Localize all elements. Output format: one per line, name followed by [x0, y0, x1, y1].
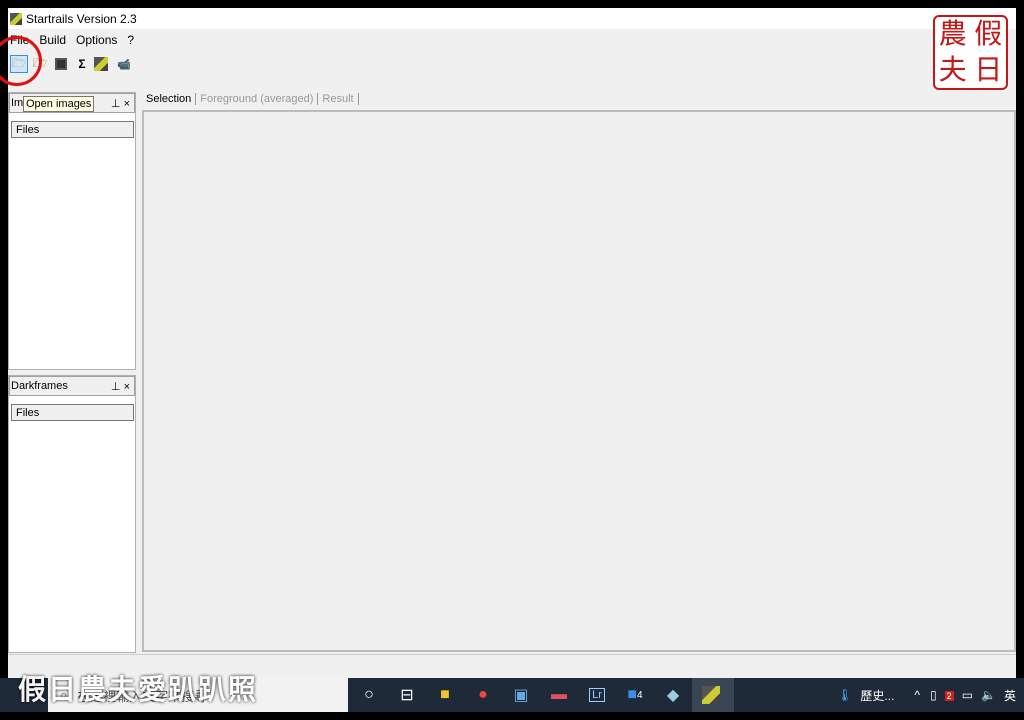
chrome-icon: ●: [478, 686, 488, 703]
stamp-logo: 農假夫日: [933, 15, 1008, 90]
volume-icon[interactable]: 🔈: [981, 688, 996, 702]
camera-icon: ▯: [930, 688, 937, 702]
mail-badge: 2: [944, 691, 954, 701]
cortana-button[interactable]: ○: [350, 678, 388, 712]
image-view: [142, 110, 1016, 652]
tab-bar: Selection Foreground (averaged) Result: [142, 90, 359, 108]
close-icon[interactable]: ×: [124, 98, 130, 110]
sum-icon: Σ: [78, 57, 86, 71]
pin-icon[interactable]: ⊥: [111, 381, 121, 393]
close-icon[interactable]: ×: [124, 381, 130, 393]
darkframes-panel-header: Darkframes ⊥ ×: [9, 376, 135, 396]
darkframes-panel: Darkframes ⊥ × Files: [8, 375, 136, 653]
menu-options[interactable]: Options: [76, 33, 117, 47]
task-view-icon: ⊟: [400, 687, 414, 704]
app-icon: ▬: [551, 686, 567, 703]
lightroom-button[interactable]: Lr: [578, 678, 616, 712]
explorer-button[interactable]: ■: [426, 678, 464, 712]
toolbar: 🗁 🗁 Σ 📹: [8, 52, 1016, 76]
chrome-button[interactable]: ●: [464, 678, 502, 712]
weather-text[interactable]: 歷史...: [860, 687, 894, 704]
circle-icon: ○: [364, 686, 374, 703]
video-camera-icon: 📹: [117, 58, 131, 71]
thermometer-icon: 🌡: [837, 688, 853, 702]
tab-result[interactable]: Result: [318, 93, 359, 105]
build-sum-button[interactable]: Σ: [73, 55, 91, 73]
save-button[interactable]: [52, 55, 70, 73]
startrails-icon: [94, 57, 108, 71]
app-button[interactable]: ▬: [540, 678, 578, 712]
badge: 4: [637, 689, 643, 701]
watermark: 假日農夫愛趴趴照: [18, 674, 259, 705]
video-button[interactable]: 📹: [115, 55, 133, 73]
task-view-button[interactable]: ⊟: [388, 678, 426, 712]
ime-indicator[interactable]: 英: [1004, 687, 1016, 704]
mail-icon[interactable]: 2: [944, 688, 954, 702]
startrails-icon: [702, 686, 720, 704]
folder-icon: ■: [440, 686, 450, 703]
darkframes-panel-title: Darkframes: [11, 380, 68, 392]
outlook-icon: ■: [627, 686, 638, 703]
startrails-taskbar-button[interactable]: [692, 678, 734, 712]
photo-icon: ▣: [513, 687, 529, 704]
startrails-button[interactable]: [94, 55, 112, 73]
images-panel: Images ⊥ × Files: [8, 92, 136, 370]
chevron-up-icon[interactable]: ^: [914, 688, 920, 702]
save-icon: [55, 58, 67, 70]
darkframes-files-header[interactable]: Files: [11, 404, 134, 421]
tab-foreground[interactable]: Foreground (averaged): [196, 93, 319, 105]
menu-bar: File Build Options ?: [8, 30, 1016, 50]
title-bar: Startrails Version 2.3: [8, 8, 1016, 29]
menu-build[interactable]: Build: [39, 33, 66, 47]
notepad-icon: ◆: [666, 687, 680, 704]
outlook-button[interactable]: ■ 4: [616, 678, 654, 712]
network-icon[interactable]: ▭: [962, 688, 973, 702]
lightroom-icon: Lr: [589, 688, 605, 702]
photos-button[interactable]: ▣: [502, 678, 540, 712]
app-icon: [10, 12, 22, 25]
pin-icon[interactable]: ⊥: [111, 98, 121, 110]
app-window: Startrails Version 2.3 File Build Option…: [0, 8, 1016, 678]
highlight-circle: [0, 36, 42, 86]
tab-selection[interactable]: Selection: [142, 93, 197, 105]
images-files-header[interactable]: Files: [11, 121, 134, 138]
tooltip: Open images: [23, 96, 95, 112]
menu-help[interactable]: ?: [127, 33, 134, 47]
window-title: Startrails Version 2.3: [26, 11, 137, 26]
notepad-button[interactable]: ◆: [654, 678, 692, 712]
